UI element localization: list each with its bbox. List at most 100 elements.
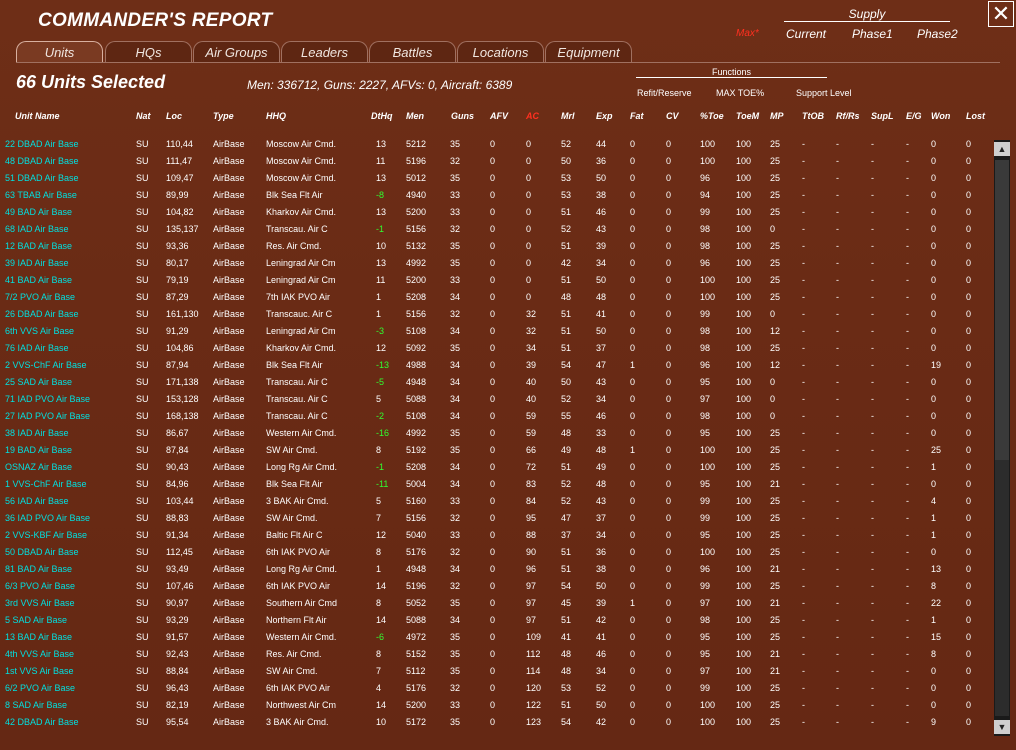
column-header-men[interactable]: Men	[406, 111, 424, 121]
table-row[interactable]: 2 VVS-KBF Air Base SU 91,34 AirBase Baltic F…	[0, 527, 995, 544]
arrow-down-icon[interactable]: ▼	[994, 720, 1010, 734]
table-row[interactable]: 49 BAD Air Base SU 104,82 AirBase Kharkov Ai…	[0, 204, 995, 221]
column-header-toem[interactable]: ToeM	[736, 111, 759, 121]
table-row[interactable]: 42 DBAD Air Base SU 95,54 AirBase 3 BAK Air …	[0, 714, 995, 731]
table-row[interactable]: 50 DBAD Air Base SU 112,45 AirBase 6th IAK P…	[0, 544, 995, 561]
cell-unit-name[interactable]: 68 IAD Air Base	[5, 224, 69, 234]
cell-unit-name[interactable]: 36 IAD PVO Air Base	[5, 513, 90, 523]
cell-unit-name[interactable]: 41 BAD Air Base	[5, 275, 72, 285]
cell-unit-name[interactable]: 81 BAD Air Base	[5, 564, 72, 574]
cell-unit-name[interactable]: 7/2 PVO Air Base	[5, 292, 75, 302]
column-header-hhq[interactable]: HHQ	[266, 111, 286, 121]
table-row[interactable]: 76 IAD Air Base SU 104,86 AirBase Kharkov Ai…	[0, 340, 995, 357]
cell-unit-name[interactable]: 5 SAD Air Base	[5, 615, 67, 625]
table-row[interactable]: 27 IAD PVO Air Base SU 168,138 AirBase Trans…	[0, 408, 995, 425]
cell-unit-name[interactable]: 42 DBAD Air Base	[5, 717, 79, 727]
table-row[interactable]: 19 BAD Air Base SU 87,84 AirBase SW Air Cmd.…	[0, 442, 995, 459]
cell-unit-name[interactable]: 63 TBAB Air Base	[5, 190, 77, 200]
supply-phase2[interactable]: Phase2	[917, 27, 958, 41]
table-row[interactable]: 4th VVS Air Base SU 92,43 AirBase Res. Air C…	[0, 646, 995, 663]
close-icon[interactable]: ✕	[988, 1, 1014, 27]
table-row[interactable]: 81 BAD Air Base SU 93,49 AirBase Long Rg Air…	[0, 561, 995, 578]
cell-unit-name[interactable]: 1 VVS-ChF Air Base	[5, 479, 87, 489]
column-header-eg[interactable]: E/G	[906, 111, 922, 121]
table-row[interactable]: 7/2 PVO Air Base SU 87,29 AirBase 7th IAK PV…	[0, 289, 995, 306]
cell-unit-name[interactable]: 13 BAD Air Base	[5, 632, 72, 642]
column-header-mrl[interactable]: Mrl	[561, 111, 575, 121]
table-row[interactable]: 48 DBAD Air Base SU 111,47 AirBase Moscow Ai…	[0, 153, 995, 170]
table-row[interactable]: 22 DBAD Air Base SU 110,44 AirBase Moscow Ai…	[0, 136, 995, 153]
table-row[interactable]: 26 DBAD Air Base SU 161,130 AirBase Transcau…	[0, 306, 995, 323]
table-row[interactable]: 12 BAD Air Base SU 93,36 AirBase Res. Air Cm…	[0, 238, 995, 255]
cell-unit-name[interactable]: 12 BAD Air Base	[5, 241, 72, 251]
table-row[interactable]: 25 SAD Air Base SU 171,138 AirBase Transcau.…	[0, 374, 995, 391]
cell-unit-name[interactable]: 51 DBAD Air Base	[5, 173, 79, 183]
table-row[interactable]: 38 IAD Air Base SU 86,67 AirBase Western Air…	[0, 425, 995, 442]
cell-unit-name[interactable]: 26 DBAD Air Base	[5, 309, 79, 319]
column-header-lost[interactable]: Lost	[966, 111, 985, 121]
refit-reserve-button[interactable]: Refit/Reserve	[637, 88, 692, 98]
cell-unit-name[interactable]: 8 SAD Air Base	[5, 700, 67, 710]
arrow-up-icon[interactable]: ▲	[994, 142, 1010, 156]
cell-unit-name[interactable]: 50 DBAD Air Base	[5, 547, 79, 557]
cell-unit-name[interactable]: 22 DBAD Air Base	[5, 139, 79, 149]
column-header-won[interactable]: Won	[931, 111, 950, 121]
column-header-exp[interactable]: Exp	[596, 111, 613, 121]
cell-unit-name[interactable]: 2 VVS-ChF Air Base	[5, 360, 87, 370]
table-row[interactable]: 1 VVS-ChF Air Base SU 84,96 AirBase Blk Sea …	[0, 476, 995, 493]
column-header-unit-name[interactable]: Unit Name	[15, 111, 60, 121]
tab-locations[interactable]: Locations	[457, 41, 544, 62]
cell-unit-name[interactable]: 49 BAD Air Base	[5, 207, 72, 217]
table-row[interactable]: 8 SAD Air Base SU 82,19 AirBase Northwest Ai…	[0, 697, 995, 714]
tab-air-groups[interactable]: Air Groups	[193, 41, 280, 62]
scrollbar[interactable]: ▲ ▼	[994, 140, 1010, 736]
table-row[interactable]: 1st VVS Air Base SU 88,84 AirBase SW Air Cmd…	[0, 663, 995, 680]
cell-unit-name[interactable]: 3rd VVS Air Base	[5, 598, 75, 608]
cell-unit-name[interactable]: 19 BAD Air Base	[5, 445, 72, 455]
column-header-ac[interactable]: AC	[526, 111, 539, 121]
tab-hqs[interactable]: HQs	[105, 41, 192, 62]
table-row[interactable]: 6th VVS Air Base SU 91,29 AirBase Leningrad …	[0, 323, 995, 340]
tab-equipment[interactable]: Equipment	[545, 41, 632, 62]
table-row[interactable]: 6/2 PVO Air Base SU 96,43 AirBase 6th IAK PV…	[0, 680, 995, 697]
table-row[interactable]: 6/3 PVO Air Base SU 107,46 AirBase 6th IAK P…	[0, 578, 995, 595]
cell-unit-name[interactable]: 2 VVS-KBF Air Base	[5, 530, 87, 540]
column-header-loc[interactable]: Loc	[166, 111, 182, 121]
cell-unit-name[interactable]: 25 SAD Air Base	[5, 377, 72, 387]
column-header-type[interactable]: Type	[213, 111, 234, 121]
column-header-afv[interactable]: AFV	[490, 111, 508, 121]
table-row[interactable]: 63 TBAB Air Base SU 89,99 AirBase Blk Sea Fl…	[0, 187, 995, 204]
table-row[interactable]: OSNAZ Air Base SU 90,43 AirBase Long Rg Air …	[0, 459, 995, 476]
tab-battles[interactable]: Battles	[369, 41, 456, 62]
scroll-track[interactable]	[995, 460, 1009, 716]
column-header-supl[interactable]: SupL	[871, 111, 894, 121]
scroll-thumb[interactable]	[995, 160, 1009, 460]
cell-unit-name[interactable]: 1st VVS Air Base	[5, 666, 74, 676]
column-header-dthq[interactable]: DtHq	[371, 111, 393, 121]
table-row[interactable]: 13 BAD Air Base SU 91,57 AirBase Western Air…	[0, 629, 995, 646]
cell-unit-name[interactable]: OSNAZ Air Base	[5, 462, 72, 472]
table-row[interactable]: 41 BAD Air Base SU 79,19 AirBase Leningrad A…	[0, 272, 995, 289]
cell-unit-name[interactable]: 38 IAD Air Base	[5, 428, 69, 438]
supply-current[interactable]: Current	[786, 27, 826, 41]
column-header-fat[interactable]: Fat	[630, 111, 644, 121]
cell-unit-name[interactable]: 6/3 PVO Air Base	[5, 581, 75, 591]
table-row[interactable]: 71 IAD PVO Air Base SU 153,128 AirBase Trans…	[0, 391, 995, 408]
table-row[interactable]: 51 DBAD Air Base SU 109,47 AirBase Moscow Ai…	[0, 170, 995, 187]
support-level-button[interactable]: Support Level	[796, 88, 852, 98]
column-header-ttob[interactable]: TtOB	[802, 111, 824, 121]
cell-unit-name[interactable]: 71 IAD PVO Air Base	[5, 394, 90, 404]
column-header-nat[interactable]: Nat	[136, 111, 151, 121]
table-row[interactable]: 3rd VVS Air Base SU 90,97 AirBase Southern A…	[0, 595, 995, 612]
max-toe-button[interactable]: MAX TOE%	[716, 88, 764, 98]
cell-unit-name[interactable]: 48 DBAD Air Base	[5, 156, 79, 166]
supply-phase1[interactable]: Phase1	[852, 27, 893, 41]
table-row[interactable]: 5 SAD Air Base SU 93,29 AirBase Northern Flt…	[0, 612, 995, 629]
table-row[interactable]: 39 IAD Air Base SU 80,17 AirBase Leningrad A…	[0, 255, 995, 272]
cell-unit-name[interactable]: 76 IAD Air Base	[5, 343, 69, 353]
tab-leaders[interactable]: Leaders	[281, 41, 368, 62]
cell-unit-name[interactable]: 39 IAD Air Base	[5, 258, 69, 268]
cell-unit-name[interactable]: 4th VVS Air Base	[5, 649, 74, 659]
column-header-rf-rs[interactable]: Rf/Rs	[836, 111, 860, 121]
column-header-guns[interactable]: Guns	[451, 111, 474, 121]
